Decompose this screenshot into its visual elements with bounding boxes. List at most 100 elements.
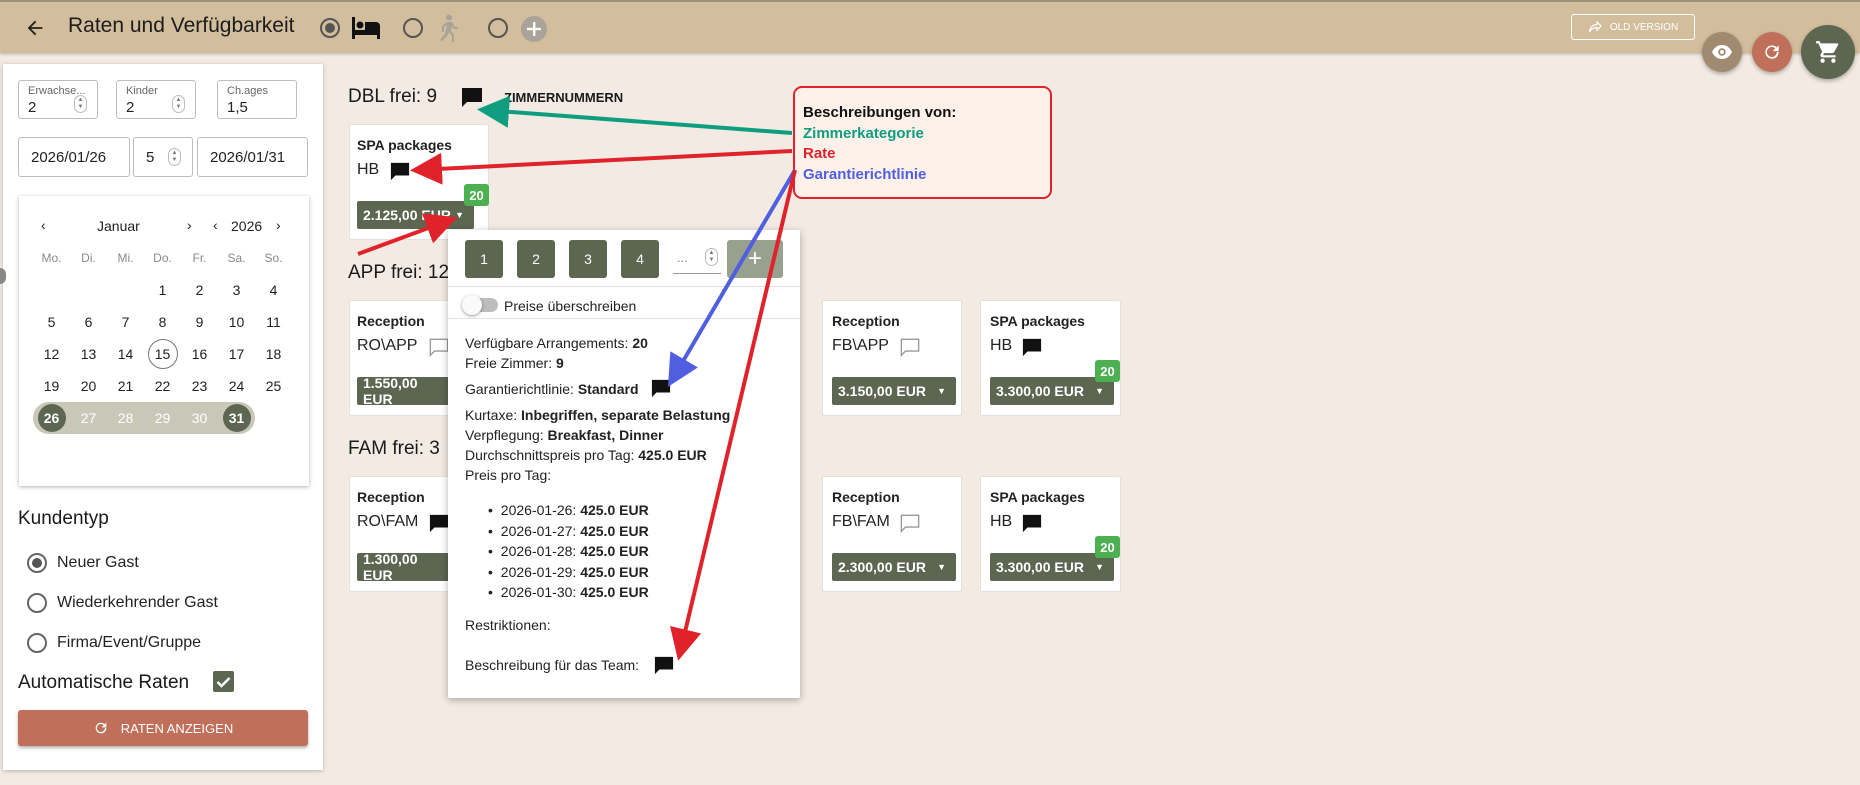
weekday-header: Mo. Di. Mi. Do. Fr. Sa. So. — [33, 251, 292, 265]
calendar-day[interactable]: 16 — [181, 338, 218, 370]
calendar-month[interactable]: Januar — [97, 218, 140, 234]
price-day-item: • 2026-01-29: 425.0 EUR — [488, 563, 649, 580]
guarantee-comment-icon[interactable] — [650, 378, 672, 398]
show-rates-button[interactable]: RATEN ANZEIGEN — [18, 710, 308, 746]
child-ages-field[interactable]: Ch.ages 1,5 — [217, 80, 297, 119]
price-dropdown[interactable]: 2.300,00 EUR ▼ — [832, 553, 956, 581]
dropdown-arrow-icon: ▼ — [1095, 386, 1104, 396]
calendar-day[interactable]: 26 — [33, 402, 70, 434]
calendar-day[interactable]: 2 — [181, 274, 218, 306]
cart-button[interactable] — [1801, 25, 1855, 79]
calendar-day[interactable]: 11 — [255, 306, 292, 338]
calendar-day[interactable]: 18 — [255, 338, 292, 370]
children-stepper[interactable]: ▲ ▼ — [172, 95, 185, 113]
calendar-day[interactable]: 1 — [144, 274, 181, 306]
preview-eye-button[interactable] — [1702, 32, 1742, 72]
refresh-button[interactable] — [1752, 32, 1792, 72]
team-comment-icon[interactable] — [653, 655, 675, 675]
qty-button-3[interactable]: 3 — [569, 240, 607, 278]
rate-card-fam-spa[interactable]: SPA packages HB 3.300,00 EUR ▼ — [980, 476, 1121, 592]
children-field[interactable]: Kinder 2 ▲ ▼ — [116, 80, 196, 119]
rate-comment-empty-icon[interactable] — [428, 337, 450, 357]
rate-card-app-spa[interactable]: SPA packages HB 3.300,00 EUR ▼ — [980, 300, 1121, 416]
rate-card-dbl-spa[interactable]: SPA packages HB 2.125,00 EUR ▼ — [349, 124, 489, 240]
next-year-icon[interactable]: › — [276, 217, 281, 233]
qty-input[interactable]: ... ▲ ▼ — [673, 246, 721, 274]
option-label: Wiederkehrender Gast — [57, 594, 218, 611]
calendar-day[interactable]: 7 — [107, 306, 144, 338]
calendar-day[interactable]: 24 — [218, 370, 255, 402]
top-app-bar: Raten und Verfügbarkeit OLD VERSION — [0, 0, 1860, 53]
calendar-day[interactable]: 19 — [33, 370, 70, 402]
calendar-day[interactable]: 15 — [144, 338, 181, 370]
customer-type-option[interactable]: Neuer Gast — [27, 543, 218, 583]
adults-stepper[interactable]: ▲ ▼ — [74, 95, 87, 113]
mode-radio-add[interactable] — [488, 18, 508, 38]
qty-button-1[interactable]: 1 — [465, 240, 503, 278]
rate-details-popup: 1 2 3 4 ... ▲ ▼ + Preise überschreiben Ve… — [448, 230, 800, 698]
room-numbers-link[interactable]: ZIMMERNUMMERN — [504, 90, 623, 105]
price-dropdown[interactable]: 1.550,00 EUR — [357, 375, 460, 407]
calendar-empty-cell — [255, 402, 292, 434]
calendar-day[interactable]: 10 — [218, 306, 255, 338]
rate-card-fam-reception-fb[interactable]: Reception FB\FAM 2.300,00 EUR ▼ — [822, 476, 962, 592]
auto-rates-checkbox[interactable] — [213, 671, 234, 692]
qty-stepper[interactable]: ▲ ▼ — [705, 248, 718, 266]
customer-type-option[interactable]: Wiederkehrender Gast — [27, 583, 218, 623]
price-dropdown[interactable]: 3.150,00 EUR ▼ — [832, 377, 956, 405]
rate-card-app-reception-fb[interactable]: Reception FB\APP 3.150,00 EUR ▼ — [822, 300, 962, 416]
calendar-day[interactable]: 27 — [70, 402, 107, 434]
rate-comment-empty-icon[interactable] — [899, 513, 921, 533]
rate-comment-icon[interactable] — [428, 513, 450, 533]
rate-comment-empty-icon[interactable] — [899, 337, 921, 357]
tourist-tax-row: Kurtaxe: Inbegriffen, separate Belastung — [465, 407, 731, 423]
qty-button-4[interactable]: 4 — [621, 240, 659, 278]
mode-radio-walkin[interactable] — [403, 18, 423, 38]
calendar-day[interactable]: 28 — [107, 402, 144, 434]
old-version-button[interactable]: OLD VERSION — [1571, 14, 1695, 40]
radio-button[interactable] — [27, 593, 47, 613]
mode-radio-rooms[interactable] — [320, 18, 340, 38]
prev-month-icon[interactable]: ‹ — [41, 217, 46, 233]
customer-type-option[interactable]: Firma/Event/Gruppe — [27, 623, 218, 663]
calendar-day[interactable]: 29 — [144, 402, 181, 434]
room-category-comment-icon[interactable] — [460, 86, 484, 108]
calendar-day[interactable]: 17 — [218, 338, 255, 370]
rate-comment-icon[interactable] — [389, 161, 411, 181]
radio-button[interactable] — [27, 553, 47, 573]
prev-year-icon[interactable]: ‹ — [213, 217, 218, 233]
arrival-date-field[interactable]: 2026/01/26 — [18, 137, 130, 177]
calendar-day[interactable]: 12 — [33, 338, 70, 370]
calendar-day[interactable]: 14 — [107, 338, 144, 370]
nights-stepper[interactable]: ▲ ▼ — [168, 148, 181, 166]
calendar-day[interactable]: 5 — [33, 306, 70, 338]
calendar-day[interactable]: 9 — [181, 306, 218, 338]
qty-add-button[interactable]: + — [727, 240, 783, 278]
calendar-day[interactable]: 25 — [255, 370, 292, 402]
refresh-icon — [93, 720, 109, 736]
override-prices-toggle[interactable] — [462, 295, 498, 315]
back-arrow-icon[interactable] — [20, 14, 50, 42]
nights-field[interactable]: 5 ▲ ▼ — [133, 137, 193, 177]
calendar-day[interactable]: 13 — [70, 338, 107, 370]
radio-button[interactable] — [27, 633, 47, 653]
calendar-day[interactable]: 4 — [255, 274, 292, 306]
calendar-day[interactable]: 31 — [218, 402, 255, 434]
departure-date-field[interactable]: 2026/01/31 — [197, 137, 308, 177]
calendar-day[interactable]: 6 — [70, 306, 107, 338]
calendar-day[interactable]: 20 — [70, 370, 107, 402]
calendar-day[interactable]: 3 — [218, 274, 255, 306]
rate-comment-icon[interactable] — [1021, 337, 1043, 357]
calendar-day[interactable]: 22 — [144, 370, 181, 402]
calendar-day[interactable]: 8 — [144, 306, 181, 338]
calendar-year[interactable]: 2026 — [231, 218, 262, 234]
qty-button-2[interactable]: 2 — [517, 240, 555, 278]
calendar-day[interactable]: 23 — [181, 370, 218, 402]
rate-comment-icon[interactable] — [1021, 513, 1043, 533]
calendar-day[interactable]: 30 — [181, 402, 218, 434]
price-dropdown[interactable]: 1.300,00 EUR — [357, 551, 460, 583]
calendar-day[interactable]: 21 — [107, 370, 144, 402]
price-dropdown[interactable]: 2.125,00 EUR ▼ — [357, 201, 474, 229]
next-month-icon[interactable]: › — [187, 217, 192, 233]
adults-field[interactable]: Erwachse... 2 ▲ ▼ — [18, 80, 98, 119]
